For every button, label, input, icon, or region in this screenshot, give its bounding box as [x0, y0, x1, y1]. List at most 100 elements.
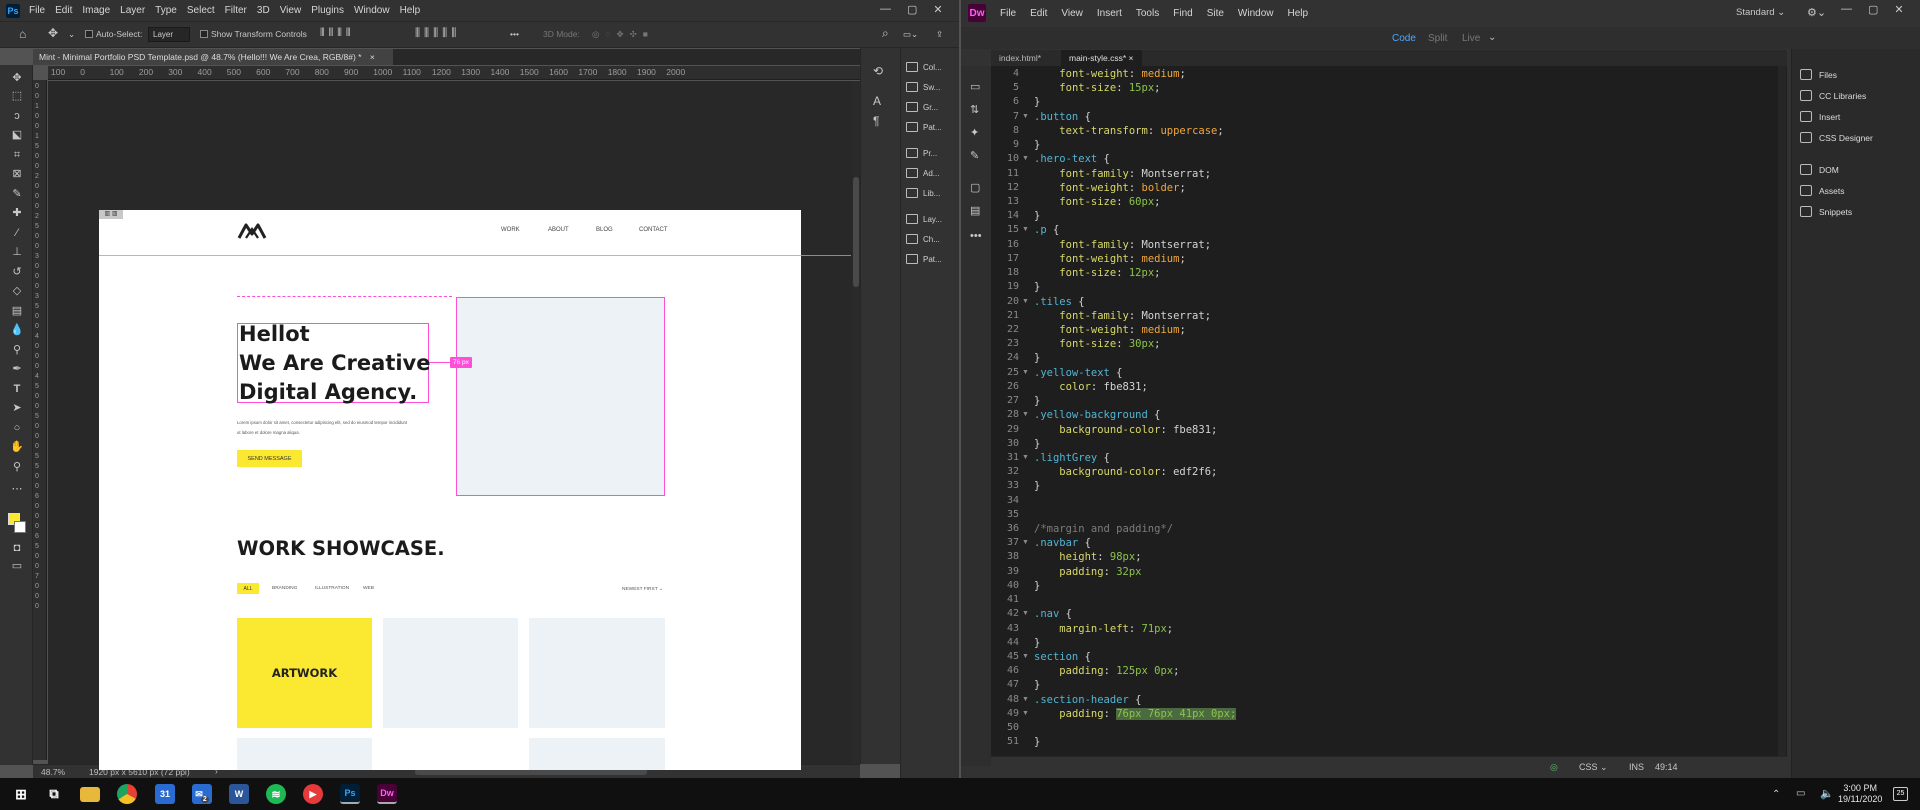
view-code-button[interactable]: Code: [1392, 33, 1416, 44]
code-line[interactable]: font-family: Montserrat;: [1034, 310, 1211, 322]
fold-arrow-icon[interactable]: ▼: [1022, 454, 1029, 461]
code-line[interactable]: .yellow-background {: [1034, 409, 1160, 421]
code-line[interactable]: /*margin and padding*/: [1034, 523, 1173, 535]
search-icon[interactable]: ⌕: [882, 26, 889, 41]
shape-tool-icon[interactable]: ○: [10, 421, 24, 435]
task-view-icon[interactable]: ⧉: [44, 784, 64, 804]
mail-icon[interactable]: ✉ 2: [192, 784, 212, 804]
maximize-button[interactable]: ▢: [907, 3, 917, 16]
view-split-button[interactable]: Split: [1428, 33, 1447, 44]
ps-menu-window[interactable]: Window: [354, 5, 390, 16]
character-icon[interactable]: A: [873, 94, 881, 108]
show-transform-checkbox[interactable]: Show Transform Controls: [200, 29, 307, 39]
gradient-tool-icon[interactable]: ▤: [10, 304, 24, 318]
ps-panel-swatches[interactable]: Sw...: [906, 79, 940, 95]
code-line[interactable]: .yellow-text {: [1034, 367, 1123, 379]
ps-panel-layers[interactable]: Lay...: [906, 211, 942, 227]
code-line[interactable]: }: [1034, 96, 1040, 108]
tab-index-html[interactable]: index.html*: [991, 50, 1049, 66]
code-line[interactable]: padding: 32px: [1034, 566, 1141, 578]
dw-menu-window[interactable]: Window: [1238, 8, 1274, 19]
code-line[interactable]: .tiles {: [1034, 296, 1085, 308]
file-management-icon[interactable]: ⇅: [970, 103, 979, 116]
ps-menu-type[interactable]: Type: [155, 5, 177, 16]
windows-start-icon[interactable]: ⊞: [11, 784, 31, 804]
background-color-swatch[interactable]: [14, 521, 26, 533]
ps-panel-channels[interactable]: Ch...: [906, 231, 940, 247]
healing-tool-icon[interactable]: ✚: [10, 206, 24, 220]
dw-menu-site[interactable]: Site: [1207, 8, 1224, 19]
home-icon[interactable]: ⌂: [19, 27, 26, 41]
fold-arrow-icon[interactable]: ▼: [1022, 113, 1029, 120]
pen-tool-icon[interactable]: ✒: [10, 362, 24, 376]
dw-menu-find[interactable]: Find: [1173, 8, 1192, 19]
ps-menu-edit[interactable]: Edit: [55, 5, 72, 16]
open-documents-icon[interactable]: ▭: [970, 80, 980, 93]
more-tools-icon[interactable]: •••: [970, 230, 982, 242]
tab-close-icon[interactable]: ×: [370, 52, 375, 62]
eyedropper-tool-icon[interactable]: ✎: [10, 187, 24, 201]
paragraph-icon[interactable]: ¶: [873, 114, 879, 128]
format-source-icon[interactable]: ✦: [970, 126, 979, 139]
fold-arrow-icon[interactable]: ▼: [1022, 539, 1029, 546]
tray-chevron-up-icon[interactable]: ⌃: [1772, 789, 1780, 800]
ps-panel-gradients[interactable]: Gr...: [906, 99, 938, 115]
dw-menu-file[interactable]: File: [1000, 8, 1016, 19]
network-icon[interactable]: ▭: [1796, 788, 1805, 799]
code-line[interactable]: }: [1034, 580, 1040, 592]
tab-close-icon[interactable]: ×: [1129, 53, 1134, 63]
crop-tool-icon[interactable]: ⌗: [10, 148, 24, 162]
comment-icon[interactable]: ▢: [970, 181, 980, 194]
code-line[interactable]: }: [1034, 281, 1040, 293]
fold-arrow-icon[interactable]: ▼: [1022, 696, 1029, 703]
ps-vertical-scrollbar[interactable]: [852, 81, 860, 764]
chevron-down-icon[interactable]: ⌄: [1488, 32, 1496, 43]
ps-menu-3d[interactable]: 3D: [257, 5, 270, 16]
share-icon[interactable]: ⇪: [936, 29, 943, 40]
history-brush-icon[interactable]: ↺: [10, 265, 24, 279]
marquee-tool-icon[interactable]: ⬚: [10, 89, 24, 103]
dodge-tool-icon[interactable]: ⚲: [10, 343, 24, 357]
distribute-icons[interactable]: ⫼⫼⫼⫼⫼: [415, 27, 460, 40]
ps-panel-patterns[interactable]: Pat...: [906, 119, 942, 135]
move-tool-icon[interactable]: ✥: [48, 26, 58, 40]
code-line[interactable]: }: [1034, 637, 1040, 649]
code-line[interactable]: margin-left: 71px;: [1034, 623, 1173, 635]
spotify-icon[interactable]: ≋: [266, 784, 286, 804]
fold-arrow-icon[interactable]: ▼: [1022, 369, 1029, 376]
code-line[interactable]: font-size: 12px;: [1034, 267, 1160, 279]
quick-mask-icon[interactable]: ◘: [10, 541, 24, 555]
ps-menu-view[interactable]: View: [280, 5, 302, 16]
code-line[interactable]: padding: 125px 0px;: [1034, 665, 1179, 677]
fold-arrow-icon[interactable]: ▼: [1022, 411, 1029, 418]
code-line[interactable]: .hero-text {: [1034, 153, 1110, 165]
chevron-down-icon[interactable]: ⌄: [68, 29, 75, 40]
eraser-tool-icon[interactable]: ◇: [10, 284, 24, 298]
dw-panel-snippets[interactable]: Snippets: [1800, 206, 1852, 217]
ps-menu-select[interactable]: Select: [187, 5, 215, 16]
zoom-level[interactable]: 48.7%: [41, 767, 65, 777]
more-options-button[interactable]: •••: [510, 29, 519, 39]
fold-arrow-icon[interactable]: ▼: [1022, 610, 1029, 617]
code-line[interactable]: .button {: [1034, 111, 1091, 123]
code-line[interactable]: .nav {: [1034, 608, 1072, 620]
auto-select-dropdown[interactable]: Layer: [148, 27, 190, 42]
view-live-button[interactable]: Live: [1462, 33, 1480, 44]
code-line[interactable]: .navbar {: [1034, 537, 1091, 549]
dw-editor-scrollbar[interactable]: [1778, 66, 1786, 756]
code-line[interactable]: font-size: 60px;: [1034, 196, 1160, 208]
dreamweaver-taskbar-icon[interactable]: Dw: [377, 784, 397, 804]
code-line[interactable]: height: 98px;: [1034, 551, 1141, 563]
stamp-tool-icon[interactable]: ⊥: [10, 245, 24, 259]
word-icon[interactable]: W: [229, 784, 249, 804]
chrome-icon[interactable]: [117, 784, 137, 804]
code-line[interactable]: color: fbe831;: [1034, 381, 1148, 393]
type-tool-icon[interactable]: T: [10, 382, 24, 396]
code-line[interactable]: }: [1034, 480, 1040, 492]
zoom-tool-icon[interactable]: ⚲: [10, 460, 24, 474]
ps-panel-properties[interactable]: Pr...: [906, 145, 937, 161]
dw-panel-insert[interactable]: Insert: [1800, 111, 1840, 122]
dw-panel-dom[interactable]: DOM: [1800, 164, 1839, 175]
code-line[interactable]: }: [1034, 679, 1040, 691]
ps-panel-libraries[interactable]: Lib...: [906, 185, 940, 201]
